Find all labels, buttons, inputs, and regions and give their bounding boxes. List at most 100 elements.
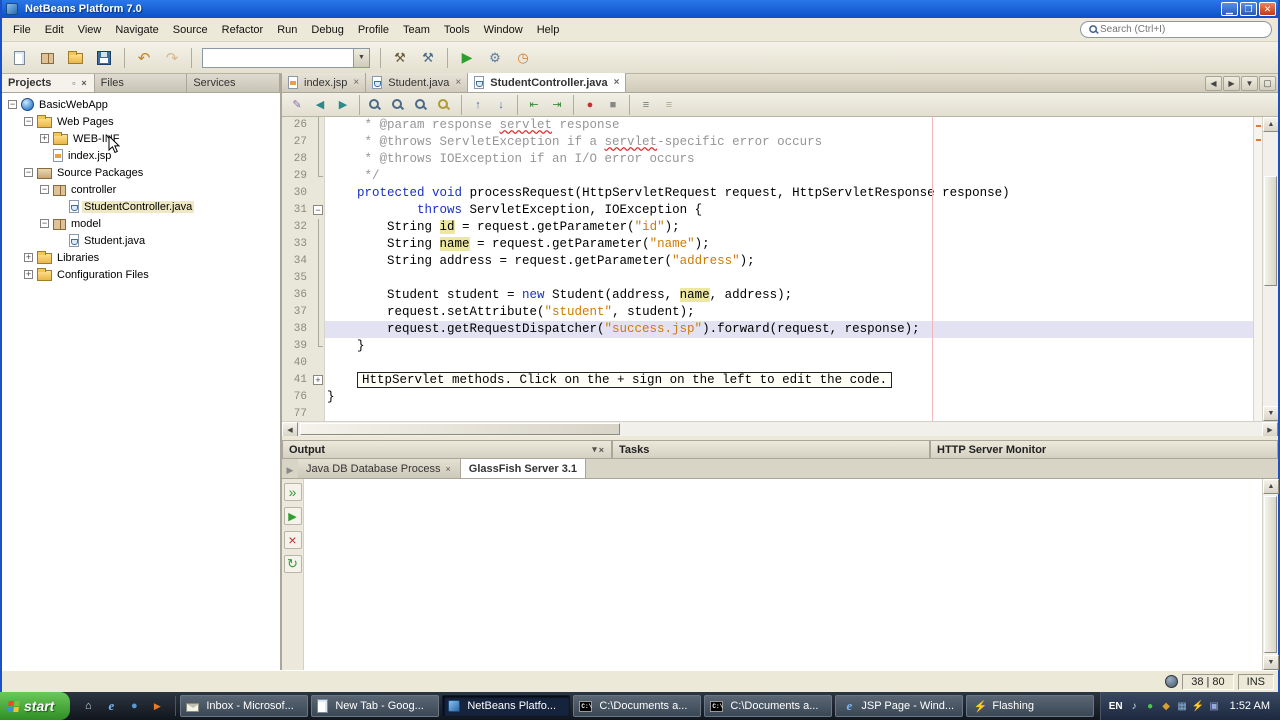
error-stripe[interactable] <box>1253 117 1262 421</box>
media-button[interactable]: ▶ <box>147 696 167 716</box>
close-icon[interactable]: × <box>445 464 452 474</box>
show-desktop-button[interactable]: ⌂ <box>78 696 98 716</box>
save-all-button[interactable] <box>92 45 118 71</box>
auto-hide-icon[interactable]: ▫ <box>71 78 76 88</box>
editor-tab-student-java[interactable]: Student.java × <box>366 73 469 92</box>
code-line-40[interactable]: 40 <box>282 355 1253 372</box>
scroll-right-icon[interactable]: ▶ <box>1262 422 1278 437</box>
panel-header-http-server-monitor[interactable]: HTTP Server Monitor <box>930 441 1278 459</box>
panel-header-output[interactable]: Output ▾ × <box>282 441 612 459</box>
memory-icon[interactable] <box>1165 675 1179 688</box>
taskbar-task-netbeans-platfo[interactable]: NetBeans Platfo... <box>442 695 571 717</box>
code-editor[interactable]: 26 * @param response servlet response 27 … <box>282 117 1278 421</box>
tree-item-web-inf[interactable]: + WEB-INF <box>2 130 280 147</box>
menu-item-refactor[interactable]: Refactor <box>215 21 271 39</box>
browser-button[interactable]: ● <box>124 696 144 716</box>
code-line-27[interactable]: 27 * @throws ServletException if a servl… <box>282 134 1253 151</box>
menu-item-profile[interactable]: Profile <box>351 21 396 39</box>
collapse-toggle[interactable]: − <box>40 219 49 228</box>
build-project-button[interactable]: ⚒ <box>387 45 413 71</box>
clean-build-button[interactable]: ⚒ <box>415 45 441 71</box>
menu-item-view[interactable]: View <box>71 21 109 39</box>
menu-item-debug[interactable]: Debug <box>304 21 350 39</box>
find-previous-button[interactable] <box>411 95 433 115</box>
refresh-server-button[interactable]: ↻ <box>283 555 302 573</box>
close-icon[interactable]: × <box>598 445 605 455</box>
debug-project-button[interactable]: ⚙ <box>482 45 508 71</box>
expand-toggle[interactable]: + <box>24 270 33 279</box>
menu-item-help[interactable]: Help <box>530 21 567 39</box>
scroll-up-icon[interactable]: ▲ <box>1263 117 1278 132</box>
start-server-button[interactable]: ▶ <box>283 507 302 525</box>
menu-item-source[interactable]: Source <box>166 21 215 39</box>
panel-header-tasks[interactable]: Tasks <box>612 441 930 459</box>
back-button[interactable]: ◀ <box>309 95 331 115</box>
code-line-34[interactable]: 34 String address = request.getParameter… <box>282 253 1253 270</box>
find-selection-button[interactable] <box>365 95 387 115</box>
tab-files[interactable]: Files <box>94 74 188 92</box>
taskbar-task-new-tab-goog[interactable]: New Tab - Goog... <box>311 695 440 717</box>
tree-item-student-java[interactable]: Student.java <box>2 232 280 249</box>
search-input[interactable] <box>1100 24 1265 35</box>
close-icon[interactable]: × <box>80 78 87 88</box>
menu-item-run[interactable]: Run <box>270 21 304 39</box>
collapse-toggle[interactable]: − <box>24 168 33 177</box>
tree-item-libraries[interactable]: + Libraries <box>2 249 280 266</box>
taskbar-task-jsp-page-wind[interactable]: e JSP Page - Wind... <box>835 695 964 717</box>
new-file-button[interactable] <box>8 45 34 71</box>
next-bookmark-button[interactable]: ↓ <box>490 95 512 115</box>
code-line-30[interactable]: 30 protected void processRequest(HttpSer… <box>282 185 1253 202</box>
tab-list-button[interactable]: ▼ <box>1241 75 1258 91</box>
scroll-left-icon[interactable]: ◀ <box>282 422 298 437</box>
menu-item-window[interactable]: Window <box>477 21 530 39</box>
output-scrollbar[interactable]: ▲ ▼ <box>1262 479 1279 670</box>
code-line-35[interactable]: 35 <box>282 270 1253 287</box>
menu-item-edit[interactable]: Edit <box>38 21 71 39</box>
code-line-26[interactable]: 26 * @param response servlet response <box>282 117 1253 134</box>
taskbar-clock[interactable]: 1:52 AM <box>1230 700 1270 712</box>
code-line-37[interactable]: 37 request.setAttribute("student", stude… <box>282 304 1253 321</box>
run-project-button[interactable]: ▶ <box>454 45 480 71</box>
search-box[interactable] <box>1080 21 1272 38</box>
tree-item-index-jsp[interactable]: index.jsp <box>2 147 280 164</box>
stop-server-button[interactable]: × <box>283 531 302 549</box>
output-tab-glassfish-server-3-1[interactable]: GlassFish Server 3.1 <box>460 459 587 478</box>
scrollbar-thumb[interactable] <box>1264 496 1277 653</box>
tree-item-model[interactable]: − model <box>2 215 280 232</box>
code-line-77[interactable]: 77 <box>282 406 1253 421</box>
code-line-32[interactable]: 32 String id = request.getParameter("id"… <box>282 219 1253 236</box>
language-indicator[interactable]: EN <box>1109 701 1123 712</box>
tree-item-web-pages[interactable]: − Web Pages <box>2 113 280 130</box>
output-tab-java-db-database-process[interactable]: Java DB Database Process × <box>298 459 461 478</box>
code-line-38[interactable]: 38 request.getRequestDispatcher("success… <box>282 321 1253 338</box>
code-line-39[interactable]: 39 } <box>282 338 1253 355</box>
collapse-toggle[interactable]: − <box>8 100 17 109</box>
scrollbar-thumb[interactable] <box>1264 176 1277 286</box>
find-next-button[interactable] <box>388 95 410 115</box>
start-button[interactable]: start <box>0 692 71 720</box>
scroll-up-icon[interactable]: ▲ <box>1263 479 1279 494</box>
titlebar[interactable]: NetBeans Platform 7.0 ▁ ❒ ✕ <box>2 0 1278 18</box>
taskbar-task-c-documents-a[interactable]: C:\Documents a... <box>704 695 833 717</box>
code-line-41[interactable]: 41 + HttpServlet methods. Click on the + … <box>282 372 1253 389</box>
maximize-editor-button[interactable]: ▢ <box>1259 75 1276 91</box>
profile-project-button[interactable]: ◷ <box>510 45 536 71</box>
ie-button[interactable]: e <box>101 696 121 716</box>
new-project-button[interactable] <box>36 45 62 71</box>
tree-item-configuration-files[interactable]: + Configuration Files <box>2 266 280 283</box>
close-icon[interactable]: × <box>353 77 359 88</box>
breakpoint-button[interactable]: ● <box>579 95 601 115</box>
close-button[interactable]: ✕ <box>1259 2 1276 16</box>
folded-code-box[interactable]: HttpServlet methods. Click on the + sign… <box>357 372 893 388</box>
code-line-28[interactable]: 28 * @throws IOException if an I/O error… <box>282 151 1253 168</box>
taskbar-task-c-documents-a[interactable]: C:\Documents a... <box>573 695 702 717</box>
code-line-31[interactable]: 31− throws ServletException, IOException… <box>282 202 1253 219</box>
menu-item-file[interactable]: File <box>6 21 38 39</box>
collapse-toggle[interactable]: − <box>40 185 49 194</box>
code-line-29[interactable]: 29 */ <box>282 168 1253 185</box>
code-line-76[interactable]: 76} <box>282 389 1253 406</box>
undo-button[interactable]: ↶ <box>131 45 157 71</box>
tab-scroll-right-button[interactable]: ▶ <box>1223 75 1240 91</box>
redo-button[interactable]: ↷ <box>159 45 185 71</box>
tree-item-basicwebapp[interactable]: − BasicWebApp <box>2 96 280 113</box>
